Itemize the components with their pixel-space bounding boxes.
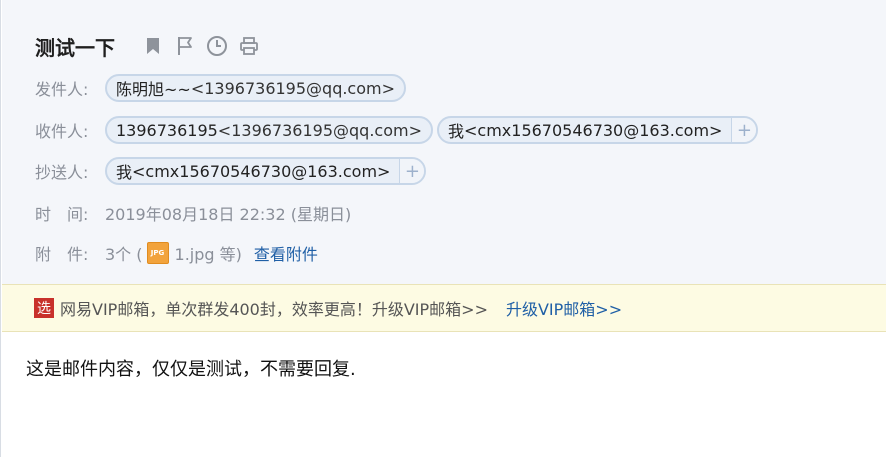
jpg-file-icon: JPG [146,242,169,264]
cc-address: <cmx15670546730@163.com> [132,161,391,181]
to-row: 收件人: 1396736195 <1396736195@qq.com> 我 <cmx… [35,114,762,146]
recipient-name: 我 [447,122,464,141]
ad-badge-icon: 选 [34,298,54,318]
view-attachments-link[interactable]: 查看附件 [254,241,318,265]
cc-name: 我 [116,163,133,182]
attachment-summary: 3个 ( JPG 1.jpg 等) 查看附件 [105,241,318,265]
cc-chip-group: 我 <cmx15670546730@163.com> + [105,157,427,185]
subject-row: 测试一下 [35,30,261,62]
vip-ad-bar: 选 网易VIP邮箱，单次群发400封，效率更高！升级VIP邮箱>> 升级VIP邮… [2,284,886,332]
time-row: 时 间: 2019年08月18日 22:32 (星期日) [35,197,351,229]
to-label: 收件人: [35,122,89,141]
from-row: 发件人: 陈明旭~~ <1396736195@qq.com> [35,72,410,104]
from-label: 发件人: [35,80,89,99]
cc-label: 抄送人: [35,163,89,182]
mail-header: 测试一下 发件人: 陈明旭~~ <1396736195@qq.com> 收件人:… [2,0,886,284]
clock-icon[interactable] [205,34,229,58]
time-value: 2019年08月18日 22:32 (星期日) [105,205,352,224]
sender-address: <1396736195@qq.com> [190,78,396,98]
mail-subject: 测试一下 [35,35,115,60]
flag-icon[interactable] [173,34,197,58]
bookmark-icon[interactable] [141,34,165,58]
cc-row: 抄送人: 我 <cmx15670546730@163.com> + [35,155,430,187]
recipient-address: <1396736195@qq.com> [217,120,422,140]
print-icon[interactable] [237,34,261,58]
time-label: 时 间: [35,205,89,224]
attachment-label: 附 件: [35,245,89,264]
mail-body: 这是邮件内容，仅仅是测试，不需要回复. [26,359,356,380]
sender-name: 陈明旭~~ [116,80,191,99]
recipient-chip[interactable]: 1396736195 <1396736195@qq.com> [105,116,433,144]
add-cc-button[interactable]: + [399,159,425,183]
ad-text[interactable]: 网易VIP邮箱，单次群发400封，效率更高！升级VIP邮箱>> [60,296,488,320]
recipient-chip[interactable]: 我 <cmx15670546730@163.com> [439,118,731,142]
mail-reader: 测试一下 发件人: 陈明旭~~ <1396736195@qq.com> 收件人:… [0,0,886,457]
cc-chip[interactable]: 我 <cmx15670546730@163.com> [107,159,399,183]
attachment-file: 1.jpg 等) [174,245,242,264]
recipient-name: 1396736195 [116,120,218,140]
recipient-chip-group: 我 <cmx15670546730@163.com> + [436,116,759,144]
recipient-address: <cmx15670546730@163.com> [464,120,723,140]
sender-chip[interactable]: 陈明旭~~ <1396736195@qq.com> [105,74,407,102]
attachment-count: 3个 ( [105,245,143,264]
subject-actions [141,34,261,58]
attachment-row: 附 件: 3个 ( JPG 1.jpg 等) 查看附件 [35,237,318,269]
add-recipient-button[interactable]: + [731,118,757,142]
upgrade-vip-link[interactable]: 升级VIP邮箱>> [506,296,622,320]
